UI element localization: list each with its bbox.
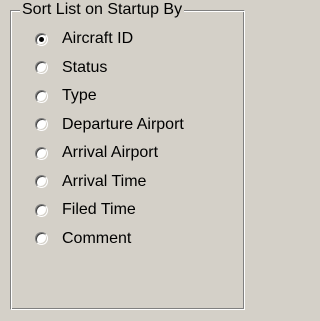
- sort-option-label: Type: [62, 87, 97, 105]
- radio-button[interactable]: [35, 203, 48, 217]
- radio-button[interactable]: [35, 118, 48, 132]
- radio-button[interactable]: [35, 89, 48, 103]
- sort-option-comment[interactable]: Comment: [35, 225, 184, 254]
- sort-option-label: Filed Time: [62, 201, 136, 219]
- sort-option-label: Arrival Time: [62, 172, 147, 190]
- radio-button[interactable]: [35, 61, 48, 75]
- radio-button-selected[interactable]: [35, 32, 48, 46]
- sort-option-label: Status: [62, 58, 108, 76]
- sort-option-departure-airport[interactable]: Departure Airport: [35, 111, 184, 140]
- groupbox-title: Sort List on Startup By: [20, 0, 185, 20]
- radio-button[interactable]: [35, 175, 48, 189]
- sort-option-status[interactable]: Status: [35, 54, 184, 83]
- sort-option-type[interactable]: Type: [35, 82, 184, 111]
- sort-on-startup-groupbox: Sort List on Startup By Aircraft ID Stat…: [10, 0, 245, 310]
- sort-option-arrival-airport[interactable]: Arrival Airport: [35, 139, 184, 168]
- sort-option-label: Aircraft ID: [62, 30, 134, 48]
- sort-option-label: Arrival Airport: [62, 144, 159, 162]
- radio-button[interactable]: [35, 146, 48, 160]
- sort-option-aircraft-id[interactable]: Aircraft ID: [35, 25, 184, 54]
- sort-option-label: Comment: [62, 229, 132, 247]
- radio-button[interactable]: [35, 232, 48, 246]
- sort-option-filed-time[interactable]: Filed Time: [35, 196, 184, 225]
- sort-option-label: Departure Airport: [62, 115, 184, 133]
- sort-option-arrival-time[interactable]: Arrival Time: [35, 168, 184, 197]
- sort-options: Aircraft ID Status Type Departure Airpor…: [35, 25, 184, 253]
